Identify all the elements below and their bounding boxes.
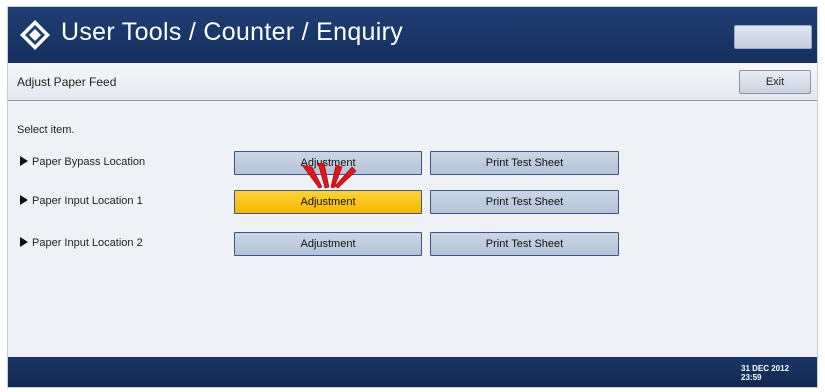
page-title: User Tools / Counter / Enquiry <box>61 18 404 46</box>
adjustment-button-selected[interactable]: Adjustment <box>234 190 422 214</box>
print-test-sheet-button[interactable]: Print Test Sheet <box>430 151 619 175</box>
subheader-bar: Adjust Paper Feed Exit <box>8 63 817 101</box>
row-label: Paper Input Location 2 <box>20 237 143 249</box>
red-pointer-arrows-icon <box>301 163 357 189</box>
row-label: Paper Input Location 1 <box>20 195 143 207</box>
header-right-button[interactable] <box>734 25 812 49</box>
time-text: 23:59 <box>741 373 762 382</box>
section-title: Adjust Paper Feed <box>17 75 117 89</box>
diamond-logo-icon <box>20 20 50 50</box>
print-test-sheet-button[interactable]: Print Test Sheet <box>430 232 619 256</box>
device-screen: User Tools / Counter / Enquiry Adjust Pa… <box>7 6 818 388</box>
row-label: Paper Bypass Location <box>20 156 145 168</box>
select-item-prompt: Select item. <box>17 124 75 136</box>
exit-button[interactable]: Exit <box>739 70 811 94</box>
triangle-arrow-icon <box>20 195 28 205</box>
header-bar: User Tools / Counter / Enquiry <box>8 7 817 63</box>
adjustment-button[interactable]: Adjustment <box>234 232 422 256</box>
row-paper-input-location-2: Paper Input Location 2 Adjustment Print … <box>8 229 817 259</box>
date-time-display: 31 DEC 2012 23:59 <box>741 364 789 382</box>
print-test-sheet-button[interactable]: Print Test Sheet <box>430 190 619 214</box>
triangle-arrow-icon <box>20 156 28 166</box>
date-text: 31 DEC 2012 <box>741 364 790 373</box>
row-paper-input-location-1: Paper Input Location 1 Adjustment Print … <box>8 187 817 217</box>
footer-bar: 31 DEC 2012 23:59 <box>8 357 817 387</box>
row-paper-bypass-location: Paper Bypass Location Adjustment Print T… <box>8 148 817 178</box>
content-area: Select item. Paper Bypass Location Adjus… <box>8 102 817 356</box>
triangle-arrow-icon <box>20 237 28 247</box>
